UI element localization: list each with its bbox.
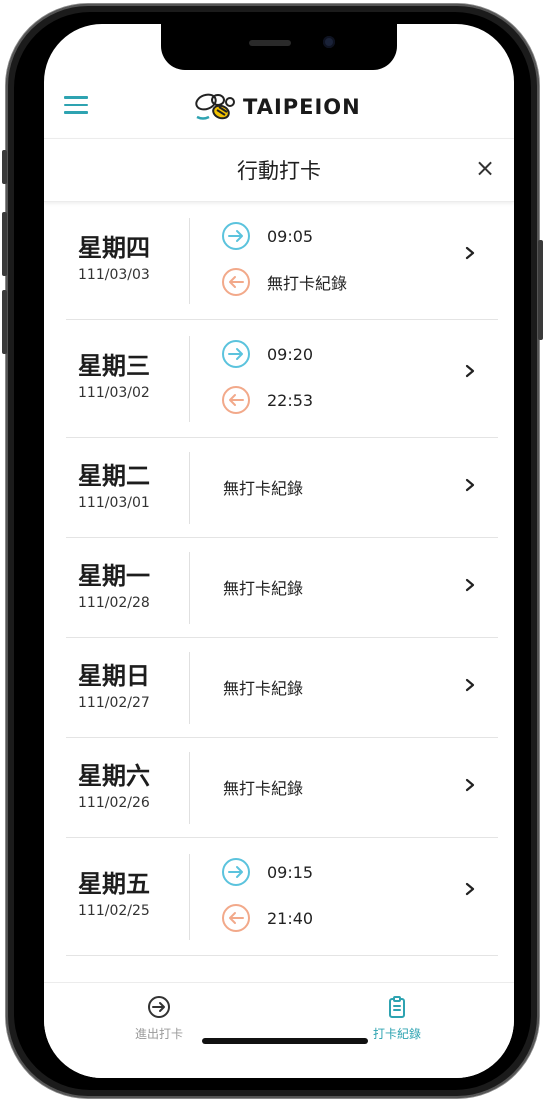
nav-tab-records[interactable]: 打卡紀錄	[337, 995, 457, 1042]
notch	[161, 24, 397, 70]
record-row[interactable]: 星期二 111/03/01 無打卡紀錄	[66, 438, 498, 538]
day-name: 星期二	[78, 462, 150, 490]
row-divider	[189, 552, 190, 624]
no-record-text: 無打卡紀錄	[223, 679, 304, 698]
no-record-text: 無打卡紀錄	[223, 579, 304, 598]
day-block: 星期三 111/03/02	[78, 346, 186, 401]
chevron-right-icon[interactable]	[464, 578, 476, 592]
checkin-arrow-icon	[148, 996, 170, 1018]
nav-tab-checkin[interactable]: 進出打卡	[99, 995, 219, 1042]
home-indicator	[202, 1038, 368, 1044]
day-date: 111/02/25	[78, 903, 150, 919]
clock-in-line: 09:20	[221, 338, 313, 370]
bee-logo-icon	[195, 93, 235, 120]
clock-in-line: 09:15	[221, 856, 313, 888]
close-icon[interactable]: ×	[472, 155, 498, 181]
day-name: 星期三	[78, 352, 150, 380]
clock-in-icon	[222, 222, 250, 250]
clock-out-line: 無打卡紀錄	[221, 266, 347, 298]
record-row[interactable]: 星期三 111/03/02 09:20 22:53	[66, 320, 498, 438]
no-record-text: 無打卡紀錄	[223, 479, 304, 498]
clipboard-icon	[389, 996, 405, 1018]
day-block: 星期六 111/02/26	[78, 756, 186, 811]
volume-down-button	[2, 290, 7, 354]
screen: TAIPEION 行動打卡 × 星期四 111/03/03 09:05 無打卡紀…	[44, 24, 514, 1078]
day-date: 111/03/01	[78, 495, 150, 511]
app-header: TAIPEION	[44, 80, 514, 130]
hamburger-menu-icon[interactable]	[64, 96, 88, 114]
clock-out-line: 21:40	[221, 902, 313, 934]
chevron-right-icon[interactable]	[464, 882, 476, 896]
row-divider	[189, 652, 190, 724]
clock-out-icon	[222, 268, 250, 296]
day-date: 111/02/28	[78, 595, 150, 611]
page-title: 行動打卡	[237, 159, 321, 183]
no-record-text: 無打卡紀錄	[223, 779, 304, 798]
record-row[interactable]: 星期五 111/02/25 09:15 21:40	[66, 838, 498, 956]
clock-out-time: 21:40	[267, 908, 314, 928]
row-divider	[189, 854, 190, 940]
row-divider	[189, 752, 190, 824]
day-name: 星期一	[78, 562, 150, 590]
clock-out-line: 22:53	[221, 384, 313, 416]
row-divider	[189, 336, 190, 422]
day-name: 星期六	[78, 762, 150, 790]
day-block: 星期一 111/02/28	[78, 556, 186, 611]
clock-out-time: 22:53	[267, 390, 314, 410]
day-date: 111/02/27	[78, 695, 150, 711]
clock-out-time: 無打卡紀錄	[267, 274, 348, 293]
clock-in-time: 09:05	[267, 226, 314, 246]
power-button	[538, 240, 543, 340]
clock-out-icon	[222, 386, 250, 414]
record-row[interactable]: 星期四 111/03/03 09:05 無打卡紀錄	[66, 202, 498, 320]
row-divider	[189, 218, 190, 304]
speaker	[249, 40, 291, 46]
day-date: 111/03/03	[78, 267, 150, 283]
clock-in-time: 09:20	[267, 344, 314, 364]
record-row[interactable]: 星期一 111/02/28 無打卡紀錄	[66, 538, 498, 638]
bottom-nav: 進出打卡 打卡紀錄	[44, 982, 514, 1078]
clock-in-time: 09:15	[267, 862, 314, 882]
day-block: 星期四 111/03/03	[78, 228, 186, 283]
clock-in-icon	[222, 858, 250, 886]
front-camera	[323, 36, 335, 48]
day-block: 星期五 111/02/25	[78, 864, 186, 919]
clock-out-icon	[222, 904, 250, 932]
chevron-right-icon[interactable]	[464, 364, 476, 378]
volume-up-button	[2, 212, 7, 276]
day-date: 111/02/26	[78, 795, 150, 811]
day-date: 111/03/02	[78, 385, 150, 401]
chevron-right-icon[interactable]	[464, 778, 476, 792]
day-block: 星期日 111/02/27	[78, 656, 186, 711]
attendance-record-list: 星期四 111/03/03 09:05 無打卡紀錄 星期三 111/03/02	[66, 202, 498, 956]
record-row[interactable]: 星期日 111/02/27 無打卡紀錄	[66, 638, 498, 738]
taipeion-logo: TAIPEION	[189, 90, 361, 124]
nav-checkin-label: 進出打卡	[134, 1027, 183, 1041]
clock-in-line: 09:05	[221, 220, 313, 252]
logo-text: TAIPEION	[243, 95, 361, 119]
day-name: 星期四	[78, 234, 150, 262]
day-block: 星期二 111/03/01	[78, 456, 186, 511]
chevron-right-icon[interactable]	[464, 246, 476, 260]
day-name: 星期日	[78, 662, 150, 690]
clock-in-icon	[222, 340, 250, 368]
record-row[interactable]: 星期六 111/02/26 無打卡紀錄	[66, 738, 498, 838]
mute-switch	[2, 150, 7, 184]
day-name: 星期五	[78, 870, 150, 898]
chevron-right-icon[interactable]	[464, 678, 476, 692]
chevron-right-icon[interactable]	[464, 478, 476, 492]
page-header: 行動打卡 ×	[44, 138, 514, 202]
row-divider	[189, 452, 190, 524]
